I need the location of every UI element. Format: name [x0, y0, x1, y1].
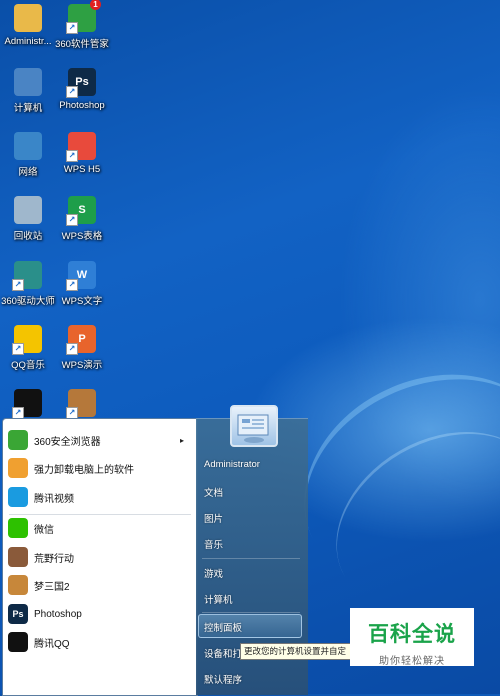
desktop-icon-label: 360软件管家	[55, 39, 109, 50]
shortcut-arrow-icon: ↗	[66, 343, 78, 355]
folder-icon	[14, 4, 42, 32]
desktop-icon-label: WPS H5	[63, 164, 101, 175]
desktop-icon-photoshop[interactable]: Ps ↗ Photoshop	[50, 68, 114, 111]
start-menu-item-tencent-video[interactable]: 腾讯视频	[4, 484, 190, 510]
menu-separator	[202, 558, 300, 559]
start-menu-item-label: 微信	[34, 524, 54, 536]
user-avatar[interactable]	[230, 405, 278, 447]
tencent-video-icon	[8, 487, 28, 507]
start-menu-item-label: 梦三国2	[34, 581, 70, 593]
start-menu-item-wechat[interactable]: 微信	[4, 515, 190, 541]
start-menu-item-qq-penguin[interactable]: 腾讯QQ	[4, 629, 190, 655]
qq-penguin-icon	[8, 632, 28, 652]
start-right-computer[interactable]: 计算机	[204, 592, 233, 606]
desktop-icon-wps-writer[interactable]: W ↗ WPS文字	[50, 261, 114, 307]
computer-icon	[14, 68, 42, 96]
wechat-icon	[8, 518, 28, 538]
knives-out-game-icon	[8, 547, 28, 567]
start-right-games[interactable]: 游戏	[204, 566, 223, 580]
360-driver-icon: ↗	[12, 261, 42, 291]
start-right-music[interactable]: 音乐	[204, 537, 223, 551]
desktop-icon-label: WPS表格	[61, 231, 103, 242]
qq-penguin-icon: ↗	[12, 389, 42, 419]
desktop-icon-wps-spreadsheet[interactable]: S ↗ WPS表格	[50, 196, 114, 242]
wps-h5-icon: ↗	[66, 132, 96, 162]
shortcut-arrow-icon: ↗	[12, 343, 24, 355]
photoshop-icon: Ps ↗	[66, 68, 96, 98]
360-browser-icon	[8, 430, 28, 450]
start-menu-item-label: Photoshop	[34, 608, 82, 620]
start-right-devices-and-printers[interactable]: 设备和打	[204, 646, 242, 660]
meng-san-guo-icon	[8, 575, 28, 595]
submenu-arrow-icon: ▸	[179, 435, 184, 445]
shortcut-arrow-icon: ↗	[66, 150, 78, 162]
shortcut-arrow-icon: ↗	[66, 86, 78, 98]
start-menu-item-meng-san-guo[interactable]: 梦三国2	[4, 572, 190, 598]
watermark: 百科全说 助你轻松解决	[350, 608, 474, 667]
shortcut-arrow-icon: ↗	[66, 214, 78, 226]
photoshop-icon: Ps	[8, 604, 28, 624]
notification-badge: 1	[90, 0, 101, 10]
desktop-icon-wps-presentation[interactable]: P ↗ WPS演示	[50, 325, 114, 371]
recycle-bin-icon	[14, 196, 42, 224]
desktop-icon-label: WPS演示	[61, 360, 103, 371]
desktop-icon-label: Photoshop	[59, 100, 105, 111]
start-menu-item-label: 腾讯QQ	[34, 638, 70, 650]
start-menu-item-knives-out-game[interactable]: 荒野行动	[4, 544, 190, 570]
qq-music-icon: ↗	[12, 325, 42, 355]
user-name-link[interactable]: Administrator	[204, 459, 260, 470]
360-software-manager-icon: ↗ 1	[66, 0, 101, 34]
desktop-icon-label: WPS文字	[61, 296, 103, 307]
tooltip: 更改您的计算机设置并自定	[240, 643, 359, 660]
shortcut-arrow-icon: ↗	[66, 279, 78, 291]
shortcut-arrow-icon: ↗	[66, 22, 78, 34]
start-menu-item-label: 荒野行动	[34, 553, 74, 565]
wps-spreadsheet-icon: S ↗	[66, 196, 96, 226]
game-icon: ↗	[66, 389, 96, 419]
desktop-icon-wps-h5[interactable]: ↗ WPS H5	[50, 132, 114, 175]
shortcut-arrow-icon: ↗	[12, 279, 24, 291]
start-right-default-programs[interactable]: 默认程序	[204, 672, 242, 686]
network-icon	[14, 132, 42, 160]
start-menu-item-photoshop[interactable]: Ps Photoshop	[4, 601, 190, 627]
start-right-pictures[interactable]: 图片	[204, 511, 223, 525]
start-menu-item-label: 强力卸载电脑上的软件	[34, 464, 134, 476]
start-right-documents[interactable]: 文档	[204, 485, 223, 499]
uninstaller-icon	[8, 458, 28, 478]
menu-separator	[202, 612, 300, 613]
watermark-title: 百科全说	[368, 623, 456, 646]
wps-presentation-icon: P ↗	[66, 325, 96, 355]
start-menu-item-uninstaller[interactable]: 强力卸载电脑上的软件	[4, 455, 190, 481]
start-right-control-panel[interactable]: 控制面板	[204, 620, 242, 634]
desktop-icon-game[interactable]: ↗	[50, 389, 114, 421]
start-menu-item-label: 腾讯视频	[34, 493, 74, 505]
start-menu-item-360-browser[interactable]: 360安全浏览器 ▸	[4, 427, 190, 453]
watermark-subtitle: 助你轻松解决	[379, 656, 445, 667]
user-picture-icon	[237, 414, 269, 443]
desktop-icon-360-software-manager[interactable]: ↗ 1 360软件管家	[50, 0, 114, 50]
start-menu-item-label: 360安全浏览器	[34, 436, 101, 448]
wps-writer-icon: W ↗	[66, 261, 96, 291]
